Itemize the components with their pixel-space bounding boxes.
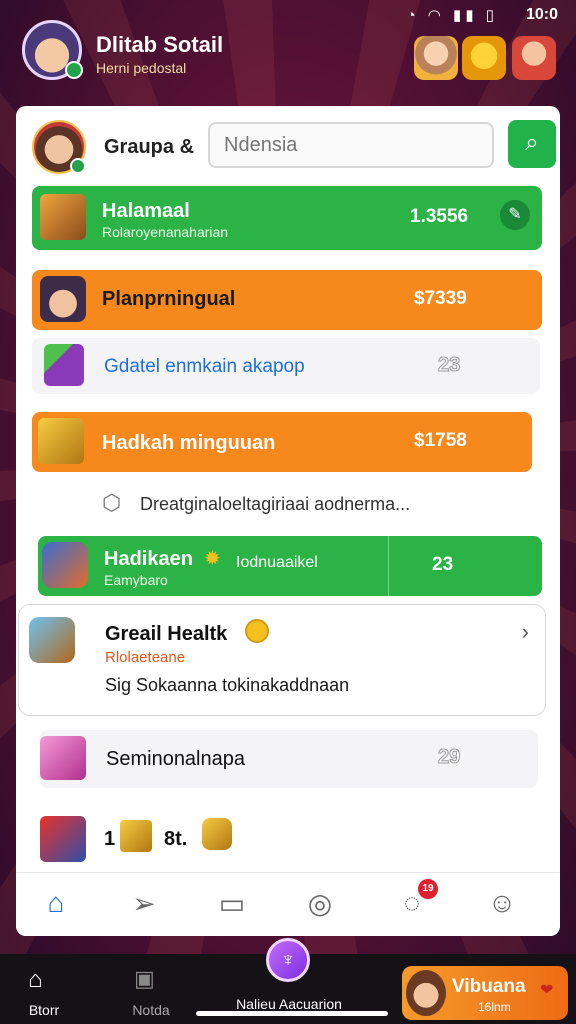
online-indicator [65, 61, 83, 79]
item-value: $7339 [414, 288, 467, 309]
list-item[interactable]: Planprningual $7339 [32, 270, 542, 330]
coin-stack-icon [202, 818, 232, 850]
item-count: 1 [104, 828, 116, 850]
search-row: Graupa & ⌕ [32, 120, 556, 176]
monitor-icon[interactable]: ▭ [212, 887, 252, 920]
coin-icon [245, 619, 269, 643]
treasure-chest-icon [38, 418, 84, 464]
item-value: 1.3556 [410, 206, 469, 227]
item-value: $1758 [414, 430, 467, 451]
pink-chest-icon [40, 736, 86, 780]
online-indicator [70, 158, 86, 174]
bottom-tab-bar: ⌂ ➢ ▭ ◎ ◌ 19 ☺ [16, 872, 560, 936]
promo-title: Vibuana [452, 976, 526, 997]
rocket-icon [42, 542, 88, 588]
bag-icon[interactable]: ▣ [134, 966, 155, 992]
list-item[interactable]: Halamaal Rolaroyenanaharian 1.3556 ✎ [32, 186, 542, 250]
friend-avatar-icon[interactable] [414, 36, 458, 80]
home-icon[interactable]: ⌂ [36, 887, 76, 919]
cube-icon: ⬡ [102, 490, 122, 515]
item-value: 29 [437, 746, 461, 769]
avatar-icon [40, 276, 86, 322]
item-value: 23 [437, 354, 461, 377]
home-icon[interactable]: ⌂ [28, 966, 43, 994]
send-icon[interactable]: ➢ [124, 887, 164, 920]
item-amount: 8t. [164, 828, 188, 850]
info-text: Dreatginaloeltagiriaai aodnerma... [140, 494, 411, 514]
item-subtitle: Rolaroyenanaharian [102, 224, 229, 240]
promo-banner[interactable]: Vibuana 16lnm ❤ [402, 966, 568, 1020]
item-tag: Iodnuaaikel [236, 554, 318, 571]
item-title: Planprningual [102, 288, 236, 310]
promo-subtitle: 16lnm [478, 1000, 511, 1014]
page-subtitle: Herni pedostal [96, 60, 187, 76]
heart-icon: ❤ [540, 982, 554, 999]
item-title: Gdatel enmkain akapop [104, 356, 305, 377]
edit-icon[interactable]: ✎ [500, 200, 530, 230]
item-title: Seminonalnapa [106, 748, 245, 770]
center-label: Nalieu Aacuarion [236, 996, 342, 1012]
shield-icon: ♆ [280, 949, 296, 971]
list-item[interactable]: Hadikaen ✹ Iodnuaaikel Eamybaro 23 [38, 536, 542, 596]
page-title: Dlitab Sotail [96, 32, 224, 57]
item-detail: Sig Sokaanna tokinakaddnaan [105, 675, 350, 695]
list-item[interactable]: 1 8t. [40, 814, 340, 864]
item-subtitle: Rlolaeteane [105, 649, 186, 666]
bag-label: Notda [132, 1002, 170, 1018]
gold-bars-icon [120, 820, 152, 852]
camera-icon[interactable]: ◎ [300, 887, 340, 920]
crate-icon [40, 194, 86, 240]
home-indicator [196, 1011, 388, 1016]
divider [388, 536, 389, 596]
gift-box-icon [44, 344, 84, 386]
info-line: ⬡ Dreatginaloeltagiriaai aodnerma... [102, 490, 538, 520]
center-action-button[interactable]: ♆ [266, 938, 310, 982]
emoji-icon[interactable]: ☺ [482, 887, 522, 919]
promo-avatar [406, 970, 446, 1016]
item-title: Hadkah minguuan [102, 432, 276, 454]
search-button[interactable]: ⌕ [508, 120, 556, 168]
main-panel: Graupa & ⌕ Halamaal Rolaroyenanaharian 1… [16, 106, 560, 936]
basket-icon [29, 617, 75, 663]
item-title: Hadikaen [104, 548, 193, 570]
star-reward-icon[interactable] [462, 36, 506, 80]
user-label: Graupa & [104, 136, 195, 158]
character-icon[interactable] [512, 36, 556, 80]
chevron-right-icon[interactable]: › [522, 619, 529, 645]
item-title: Greail Healtk [105, 623, 228, 645]
list-item[interactable]: Gdatel enmkain akapop 23 [32, 338, 540, 394]
list-item[interactable]: Hadkah minguuan $1758 [32, 412, 532, 472]
red-chest-icon [40, 816, 86, 862]
search-input[interactable] [208, 122, 494, 168]
user-avatar[interactable] [32, 120, 86, 174]
gear-icon: ✹ [204, 548, 221, 570]
item-subtitle: Eamybaro [104, 572, 168, 588]
item-title: Halamaal [102, 200, 190, 222]
list-item[interactable]: Seminonalnapa 29 [40, 730, 538, 788]
search-icon: ⌕ [525, 129, 539, 156]
home-label: Btorr [28, 1002, 60, 1018]
item-value: 23 [432, 554, 454, 575]
detail-card[interactable]: Greail Healtk Rlolaeteane Sig Sokaanna t… [18, 604, 546, 716]
profile-avatar[interactable] [22, 20, 83, 80]
notification-badge: 19 [418, 879, 438, 899]
app-header: Dlitab Sotail Herni pedostal [0, 14, 576, 100]
